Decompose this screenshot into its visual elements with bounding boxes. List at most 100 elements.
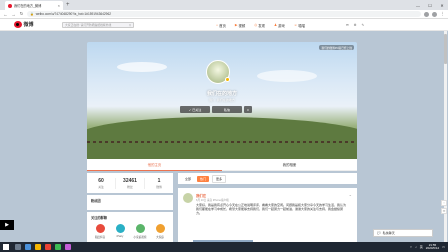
url-input[interactable]: 🔒 weibo.com/u/7474048290?is_hot=1#159194… (27, 11, 421, 17)
browser-tab[interactable]: 我们在的地方_微博 × (5, 1, 63, 10)
volume-icon[interactable]: ♪ (415, 245, 417, 249)
system-clock[interactable]: 21:55 2020/6/12 (425, 243, 440, 251)
scrollbar-thumb[interactable] (444, 34, 447, 64)
weibo-logo[interactable]: 微博 (14, 21, 34, 28)
search-placeholder: 大家正在搜: 请打开防晒霜抵挡紫外线 (65, 23, 112, 27)
profile-bio: 简介: 我们在的地方 (209, 98, 235, 102)
window-controls: — ☐ ✕ (412, 0, 448, 10)
stat-followers[interactable]: 32461 粉丝 (116, 177, 145, 189)
nav-discover[interactable]: ◎ 发现 (254, 23, 265, 28)
browser-menu-icon[interactable]: ⋮ (440, 11, 445, 17)
file-explorer-icon[interactable] (35, 244, 41, 250)
weibo-main-menu: ⌂ 首页 ▶ 视频 ◎ 发现 ♟ 游戏 ☺ 喵喵 (216, 23, 305, 28)
group-item[interactable]: 大家庭 (151, 224, 169, 239)
video-icon: ▶ (234, 23, 238, 27)
settings-icon[interactable]: ⚙ (354, 23, 357, 27)
clock-date: 2020/6/12 (425, 246, 440, 250)
game-icon: ♟ (273, 23, 278, 27)
chat-label: 私信聊天 (382, 231, 395, 235)
search-icon[interactable]: ⚲ (129, 23, 131, 27)
nav-game[interactable]: ♟ 游戏 (274, 23, 285, 28)
home-icon: ⌂ (216, 23, 219, 27)
stat-posts[interactable]: 1 微博 (145, 178, 173, 189)
video-play-button[interactable]: ▶ (0, 220, 14, 230)
stat-label: 关注 (98, 184, 104, 189)
chat-bar[interactable]: 💬 私信聊天 (373, 229, 433, 237)
task-view-icon[interactable] (25, 244, 31, 250)
search-input[interactable]: 大家正在搜: 请打开防晒霜抵挡紫外线 ⚲ (62, 22, 134, 28)
network-icon[interactable]: ⌔ (409, 245, 412, 250)
post-meta: 6月 10日 来自 iPhone客户端 (196, 199, 229, 202)
tab-title: 我们在的地方_微博 (14, 4, 42, 8)
nav-user[interactable]: ☺ 喵喵 (294, 23, 305, 28)
group-item[interactable]: 稻田抖音 (91, 224, 109, 239)
new-tab-button[interactable]: + (66, 2, 70, 8)
minimize-button[interactable]: — (412, 0, 424, 10)
feed-post: 我们在 6月 10日 来自 iPhone客户端 ⌄ 大家好，我是我有点开心今天在… (178, 188, 357, 242)
weibo-right-tools: ✉ ⚙ ✎ (346, 23, 364, 27)
chrome-icon[interactable] (45, 244, 51, 250)
stat-following[interactable]: 60 关注 (87, 177, 116, 189)
profile-name: 我们在的地方 (206, 91, 237, 97)
vip-tag[interactable]: 我们的微博PC版已经上线 (319, 45, 354, 50)
group-list: 稻田抖音 iParty 小家庭观察 大家庭 (91, 224, 169, 239)
filter-more[interactable]: 更多 (212, 174, 227, 183)
maximize-button[interactable]: ☐ (424, 0, 436, 10)
user-icon: ☺ (293, 23, 298, 27)
post-avatar[interactable] (183, 193, 193, 203)
browser-tab-bar: 我们在的地方_微博 × + — ☐ ✕ (0, 0, 448, 10)
group-item[interactable]: 小家庭观察 (131, 224, 149, 239)
app-icon[interactable] (65, 244, 71, 250)
group-avatar-icon (155, 224, 165, 233)
profile-cover: 我们的微博PC版已经上线 我们在的地方 简介: 我们在的地方 ✓ 已关注 私信 ≡ (87, 42, 357, 159)
nav-home[interactable]: ⌂ 首页 (216, 23, 226, 28)
tab-home[interactable]: 他的主页 (87, 159, 222, 171)
wechat-icon[interactable] (55, 244, 61, 250)
follow-button[interactable]: ✓ 已关注 (180, 106, 210, 113)
follow-label: 已关注 (192, 107, 202, 112)
fan-club-box: 粉丝团 (87, 195, 173, 210)
nav-video[interactable]: ▶ 视频 (235, 23, 245, 28)
tab-close-icon[interactable]: × (58, 3, 60, 8)
message-icon[interactable]: ✉ (346, 23, 349, 27)
weibo-logo-text: 微博 (23, 22, 34, 28)
windows-taskbar: ⌔ ♪ 英 21:55 2020/6/12 ▭ (0, 242, 448, 252)
fan-club-title: 粉丝团 (91, 199, 101, 203)
windows-start-icon[interactable] (3, 244, 9, 250)
stat-number: 1 (157, 177, 161, 184)
input-language[interactable]: 英 (420, 245, 423, 249)
profile-icon[interactable] (432, 11, 437, 17)
cover-cloud (117, 62, 167, 72)
group-avatar-icon (95, 224, 105, 233)
stat-label: 粉丝 (127, 184, 133, 189)
group-label: 大家庭 (156, 235, 164, 239)
back-icon[interactable]: ← (3, 12, 8, 17)
notification-icon[interactable]: ▭ (442, 245, 445, 249)
stat-number: 32461 (123, 177, 137, 184)
stat-number: 60 (98, 177, 104, 184)
feedback-icon[interactable]: ✉ (441, 208, 447, 214)
profile-stats: 60 关注 32461 粉丝 1 微博 (87, 173, 173, 193)
compose-icon[interactable]: ✎ (362, 23, 365, 27)
cover-hill (87, 117, 357, 159)
cover-cloud (257, 70, 317, 82)
address-bar: ← → ↻ 🔒 weibo.com/u/7474048290?is_hot=1#… (0, 10, 448, 19)
forward-icon[interactable]: → (11, 12, 16, 17)
post-menu-icon[interactable]: ⌄ (349, 192, 352, 197)
extension-icon[interactable] (424, 11, 429, 17)
weibo-favicon-icon (8, 3, 12, 8)
search-taskbar-icon[interactable] (15, 244, 21, 250)
avatar[interactable] (206, 60, 230, 84)
close-window-button[interactable]: ✕ (436, 0, 448, 10)
group-item[interactable]: iParty (111, 224, 129, 239)
reload-icon[interactable]: ↻ (19, 11, 24, 17)
profile-actions: ✓ 已关注 私信 ≡ (180, 106, 252, 113)
cover-fence (87, 141, 357, 143)
filter-all[interactable]: 全部 (182, 176, 194, 182)
filter-hot[interactable]: 热门 (197, 175, 210, 182)
back-to-top-icon[interactable]: ↑ (441, 200, 447, 206)
tab-album[interactable]: 我的相册 (222, 159, 357, 171)
message-button[interactable]: 私信 (212, 106, 242, 113)
discover-icon: ◎ (254, 23, 258, 27)
more-button[interactable]: ≡ (244, 106, 252, 113)
